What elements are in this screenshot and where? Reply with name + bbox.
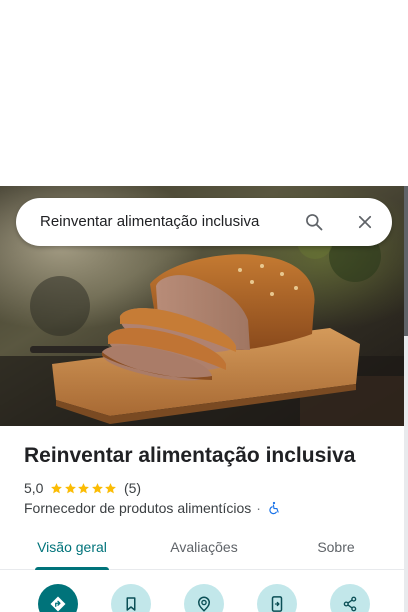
directions-button[interactable] [38, 584, 78, 612]
wheelchair-accessible-icon[interactable] [267, 501, 281, 515]
directions-icon [50, 596, 66, 612]
map-background [0, 0, 408, 186]
review-count-link[interactable]: (5) [124, 480, 141, 496]
send-to-phone-icon [271, 596, 283, 612]
send-to-phone-button[interactable] [257, 584, 297, 612]
place-photo[interactable] [0, 186, 404, 426]
tab-bar: Visão geral Avaliações Sobre [0, 528, 404, 570]
rating-value: 5,0 [24, 480, 44, 496]
rating-row: 5,0 (5) [24, 479, 141, 497]
scrollbar[interactable] [404, 186, 408, 612]
close-icon [358, 215, 372, 229]
nearby-icon [197, 596, 211, 612]
search-button[interactable] [302, 210, 326, 234]
tab-reviews[interactable]: Avaliações [168, 528, 240, 570]
search-icon [306, 214, 323, 231]
star-icon [78, 482, 90, 493]
search-box [16, 198, 392, 246]
rating-stars [50, 482, 118, 495]
active-tab-indicator [35, 567, 109, 570]
star-icon [92, 482, 103, 493]
bookmark-icon [126, 597, 136, 611]
search-input[interactable] [40, 198, 290, 246]
share-icon [343, 596, 357, 612]
scrollbar-thumb[interactable] [404, 186, 408, 336]
star-icon [105, 482, 117, 493]
star-icon [65, 482, 76, 493]
save-button[interactable] [111, 584, 151, 612]
place-panel: Reinventar alimentação inclusiva 5,0 (5)… [0, 186, 404, 612]
share-button[interactable] [330, 584, 370, 612]
clear-search-button[interactable] [353, 210, 377, 234]
star-icon [51, 482, 63, 493]
action-buttons [0, 584, 404, 612]
category-row: Fornecedor de produtos alimentícios · [24, 499, 281, 517]
tab-about[interactable]: Sobre [316, 528, 356, 570]
tab-overview[interactable]: Visão geral [35, 528, 109, 570]
separator-dot: · [256, 500, 261, 516]
place-category[interactable]: Fornecedor de produtos alimentícios [24, 500, 251, 516]
place-title: Reinventar alimentação inclusiva [24, 444, 356, 467]
nearby-button[interactable] [184, 584, 224, 612]
